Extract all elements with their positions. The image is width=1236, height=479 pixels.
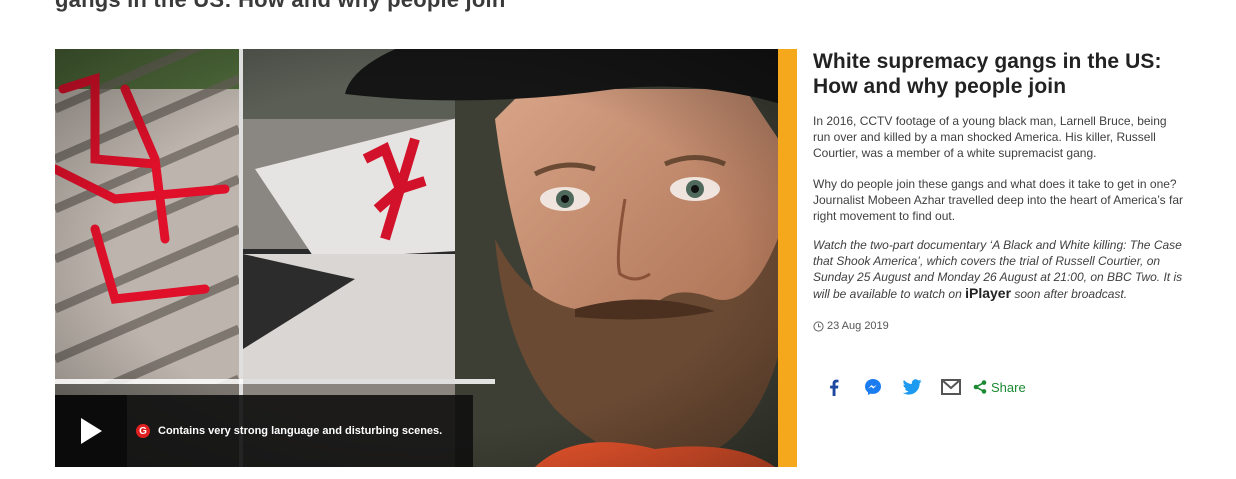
video-info-bar: G Contains very strong language and dist… (55, 395, 473, 467)
share-button[interactable]: Share (973, 380, 1026, 395)
twitter-icon (902, 379, 921, 395)
share-icon (973, 380, 987, 394)
date-text: 23 Aug 2019 (827, 320, 889, 332)
share-toolbar: Share (823, 376, 1026, 398)
facebook-icon (830, 379, 839, 396)
iplayer-link[interactable]: iPlayer (965, 285, 1011, 301)
play-button[interactable] (55, 395, 127, 467)
summary-paragraph-2: Why do people join these gangs and what … (813, 177, 1183, 223)
summary-paragraph-1: In 2016, CCTV footage of a young black m… (813, 114, 1167, 160)
publish-date: 23 Aug 2019 (813, 320, 1183, 332)
video-player[interactable]: G Contains very strong language and dist… (55, 49, 797, 467)
messenger-share-button[interactable] (862, 376, 884, 398)
article-panel: White supremacy gangs in the US: How and… (813, 49, 1183, 332)
play-icon (81, 418, 102, 444)
facebook-share-button[interactable] (823, 376, 845, 398)
clock-icon (813, 320, 824, 332)
accent-bar (778, 49, 797, 467)
guidance-text: Contains very strong language and distur… (158, 425, 443, 437)
share-label: Share (991, 379, 1026, 395)
email-share-button[interactable] (940, 376, 962, 398)
broadcast-note: Watch the two-part documentary ‘A Black … (813, 238, 1183, 301)
content-guidance: G Contains very strong language and dist… (136, 424, 442, 438)
article-headline: White supremacy gangs in the US: How and… (813, 50, 1162, 98)
email-icon (941, 379, 961, 395)
messenger-icon (865, 379, 881, 395)
twitter-share-button[interactable] (901, 376, 923, 398)
previous-headline-fragment: gangs in the US: How and why people join (55, 0, 505, 13)
guidance-badge: G (136, 424, 150, 438)
